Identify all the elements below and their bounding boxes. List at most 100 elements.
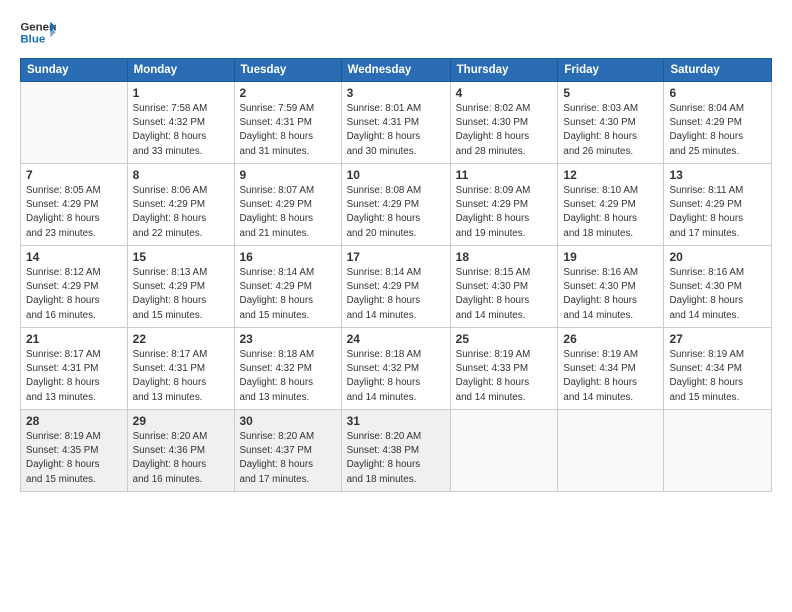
day-number: 11 bbox=[456, 168, 553, 182]
day-info: Sunrise: 8:17 AM Sunset: 4:31 PM Dayligh… bbox=[133, 348, 229, 405]
day-number: 21 bbox=[26, 332, 122, 346]
day-info: Sunrise: 8:09 AM Sunset: 4:29 PM Dayligh… bbox=[456, 184, 553, 241]
header-monday: Monday bbox=[127, 59, 234, 82]
day-info: Sunrise: 8:01 AM Sunset: 4:31 PM Dayligh… bbox=[347, 102, 445, 159]
day-number: 14 bbox=[26, 250, 122, 264]
day-info: Sunrise: 8:20 AM Sunset: 4:37 PM Dayligh… bbox=[240, 430, 336, 487]
day-number: 4 bbox=[456, 86, 553, 100]
day-number: 2 bbox=[240, 86, 336, 100]
day-number: 28 bbox=[26, 414, 122, 428]
calendar-cell: 30 Sunrise: 8:20 AM Sunset: 4:37 PM Dayli… bbox=[234, 410, 341, 492]
day-info: Sunrise: 8:11 AM Sunset: 4:29 PM Dayligh… bbox=[669, 184, 766, 241]
day-number: 16 bbox=[240, 250, 336, 264]
calendar-cell bbox=[450, 410, 558, 492]
week-row-5: 28 Sunrise: 8:19 AM Sunset: 4:35 PM Dayli… bbox=[21, 410, 772, 492]
day-info: Sunrise: 8:19 AM Sunset: 4:35 PM Dayligh… bbox=[26, 430, 122, 487]
day-info: Sunrise: 8:02 AM Sunset: 4:30 PM Dayligh… bbox=[456, 102, 553, 159]
day-number: 20 bbox=[669, 250, 766, 264]
calendar-cell: 7Sunrise: 8:05 AM Sunset: 4:29 PM Daylig… bbox=[21, 164, 128, 246]
calendar-cell: 24Sunrise: 8:18 AM Sunset: 4:32 PM Dayli… bbox=[341, 328, 450, 410]
day-number: 12 bbox=[563, 168, 658, 182]
day-info: Sunrise: 8:15 AM Sunset: 4:30 PM Dayligh… bbox=[456, 266, 553, 323]
day-info: Sunrise: 7:59 AM Sunset: 4:31 PM Dayligh… bbox=[240, 102, 336, 159]
day-info: Sunrise: 8:06 AM Sunset: 4:29 PM Dayligh… bbox=[133, 184, 229, 241]
day-info: Sunrise: 8:20 AM Sunset: 4:38 PM Dayligh… bbox=[347, 430, 445, 487]
calendar-cell: 31Sunrise: 8:20 AM Sunset: 4:38 PM Dayli… bbox=[341, 410, 450, 492]
header-tuesday: Tuesday bbox=[234, 59, 341, 82]
day-number: 6 bbox=[669, 86, 766, 100]
calendar-cell: 8 Sunrise: 8:06 AM Sunset: 4:29 PM Daylig… bbox=[127, 164, 234, 246]
day-info: Sunrise: 8:12 AM Sunset: 4:29 PM Dayligh… bbox=[26, 266, 122, 323]
header-thursday: Thursday bbox=[450, 59, 558, 82]
day-info: Sunrise: 8:13 AM Sunset: 4:29 PM Dayligh… bbox=[133, 266, 229, 323]
calendar-cell: 26Sunrise: 8:19 AM Sunset: 4:34 PM Dayli… bbox=[558, 328, 664, 410]
calendar-cell bbox=[21, 82, 128, 164]
day-number: 23 bbox=[240, 332, 336, 346]
day-number: 17 bbox=[347, 250, 445, 264]
day-number: 25 bbox=[456, 332, 553, 346]
day-number: 8 bbox=[133, 168, 229, 182]
calendar-cell: 25 Sunrise: 8:19 AM Sunset: 4:33 PM Dayli… bbox=[450, 328, 558, 410]
calendar-cell: 6 Sunrise: 8:04 AM Sunset: 4:29 PM Daylig… bbox=[664, 82, 772, 164]
day-info: Sunrise: 8:07 AM Sunset: 4:29 PM Dayligh… bbox=[240, 184, 336, 241]
day-info: Sunrise: 8:17 AM Sunset: 4:31 PM Dayligh… bbox=[26, 348, 122, 405]
day-info: Sunrise: 7:58 AM Sunset: 4:32 PM Dayligh… bbox=[133, 102, 229, 159]
header-saturday: Saturday bbox=[664, 59, 772, 82]
calendar-cell: 14 Sunrise: 8:12 AM Sunset: 4:29 PM Dayli… bbox=[21, 246, 128, 328]
week-row-1: 1 Sunrise: 7:58 AM Sunset: 4:32 PM Daylig… bbox=[21, 82, 772, 164]
week-row-3: 14 Sunrise: 8:12 AM Sunset: 4:29 PM Dayli… bbox=[21, 246, 772, 328]
day-info: Sunrise: 8:10 AM Sunset: 4:29 PM Dayligh… bbox=[563, 184, 658, 241]
page-container: General Blue SundayMondayTuesdayWednesda… bbox=[0, 0, 792, 502]
calendar-cell: 22 Sunrise: 8:17 AM Sunset: 4:31 PM Dayli… bbox=[127, 328, 234, 410]
calendar-cell: 5 Sunrise: 8:03 AM Sunset: 4:30 PM Daylig… bbox=[558, 82, 664, 164]
calendar-cell: 13 Sunrise: 8:11 AM Sunset: 4:29 PM Dayli… bbox=[664, 164, 772, 246]
calendar-cell: 28 Sunrise: 8:19 AM Sunset: 4:35 PM Dayli… bbox=[21, 410, 128, 492]
calendar-cell: 4 Sunrise: 8:02 AM Sunset: 4:30 PM Daylig… bbox=[450, 82, 558, 164]
logo-icon: General Blue bbox=[20, 18, 56, 48]
logo: General Blue bbox=[20, 18, 56, 48]
day-number: 18 bbox=[456, 250, 553, 264]
calendar-cell: 15Sunrise: 8:13 AM Sunset: 4:29 PM Dayli… bbox=[127, 246, 234, 328]
calendar-cell: 11 Sunrise: 8:09 AM Sunset: 4:29 PM Dayli… bbox=[450, 164, 558, 246]
day-number: 10 bbox=[347, 168, 445, 182]
day-number: 22 bbox=[133, 332, 229, 346]
header-friday: Friday bbox=[558, 59, 664, 82]
day-number: 1 bbox=[133, 86, 229, 100]
day-info: Sunrise: 8:03 AM Sunset: 4:30 PM Dayligh… bbox=[563, 102, 658, 159]
calendar-table: SundayMondayTuesdayWednesdayThursdayFrid… bbox=[20, 58, 772, 492]
week-row-2: 7Sunrise: 8:05 AM Sunset: 4:29 PM Daylig… bbox=[21, 164, 772, 246]
header: General Blue bbox=[20, 18, 772, 48]
day-info: Sunrise: 8:20 AM Sunset: 4:36 PM Dayligh… bbox=[133, 430, 229, 487]
day-number: 26 bbox=[563, 332, 658, 346]
calendar-cell: 1 Sunrise: 7:58 AM Sunset: 4:32 PM Daylig… bbox=[127, 82, 234, 164]
calendar-cell: 18 Sunrise: 8:15 AM Sunset: 4:30 PM Dayli… bbox=[450, 246, 558, 328]
day-number: 7 bbox=[26, 168, 122, 182]
calendar-cell: 20Sunrise: 8:16 AM Sunset: 4:30 PM Dayli… bbox=[664, 246, 772, 328]
day-info: Sunrise: 8:04 AM Sunset: 4:29 PM Dayligh… bbox=[669, 102, 766, 159]
day-number: 9 bbox=[240, 168, 336, 182]
day-info: Sunrise: 8:19 AM Sunset: 4:33 PM Dayligh… bbox=[456, 348, 553, 405]
header-wednesday: Wednesday bbox=[341, 59, 450, 82]
week-row-4: 21 Sunrise: 8:17 AM Sunset: 4:31 PM Dayli… bbox=[21, 328, 772, 410]
day-info: Sunrise: 8:14 AM Sunset: 4:29 PM Dayligh… bbox=[240, 266, 336, 323]
day-number: 29 bbox=[133, 414, 229, 428]
calendar-cell: 29 Sunrise: 8:20 AM Sunset: 4:36 PM Dayli… bbox=[127, 410, 234, 492]
day-number: 13 bbox=[669, 168, 766, 182]
calendar-cell bbox=[558, 410, 664, 492]
day-number: 5 bbox=[563, 86, 658, 100]
day-number: 30 bbox=[240, 414, 336, 428]
day-info: Sunrise: 8:19 AM Sunset: 4:34 PM Dayligh… bbox=[669, 348, 766, 405]
calendar-header-row: SundayMondayTuesdayWednesdayThursdayFrid… bbox=[21, 59, 772, 82]
day-info: Sunrise: 8:16 AM Sunset: 4:30 PM Dayligh… bbox=[563, 266, 658, 323]
svg-text:Blue: Blue bbox=[20, 34, 45, 46]
calendar-cell: 17Sunrise: 8:14 AM Sunset: 4:29 PM Dayli… bbox=[341, 246, 450, 328]
calendar-cell bbox=[664, 410, 772, 492]
day-info: Sunrise: 8:08 AM Sunset: 4:29 PM Dayligh… bbox=[347, 184, 445, 241]
calendar-cell: 9 Sunrise: 8:07 AM Sunset: 4:29 PM Daylig… bbox=[234, 164, 341, 246]
day-number: 19 bbox=[563, 250, 658, 264]
calendar-cell: 10 Sunrise: 8:08 AM Sunset: 4:29 PM Dayli… bbox=[341, 164, 450, 246]
calendar-cell: 16 Sunrise: 8:14 AM Sunset: 4:29 PM Dayli… bbox=[234, 246, 341, 328]
calendar-cell: 21 Sunrise: 8:17 AM Sunset: 4:31 PM Dayli… bbox=[21, 328, 128, 410]
calendar-cell: 2 Sunrise: 7:59 AM Sunset: 4:31 PM Daylig… bbox=[234, 82, 341, 164]
calendar-cell: 19 Sunrise: 8:16 AM Sunset: 4:30 PM Dayli… bbox=[558, 246, 664, 328]
